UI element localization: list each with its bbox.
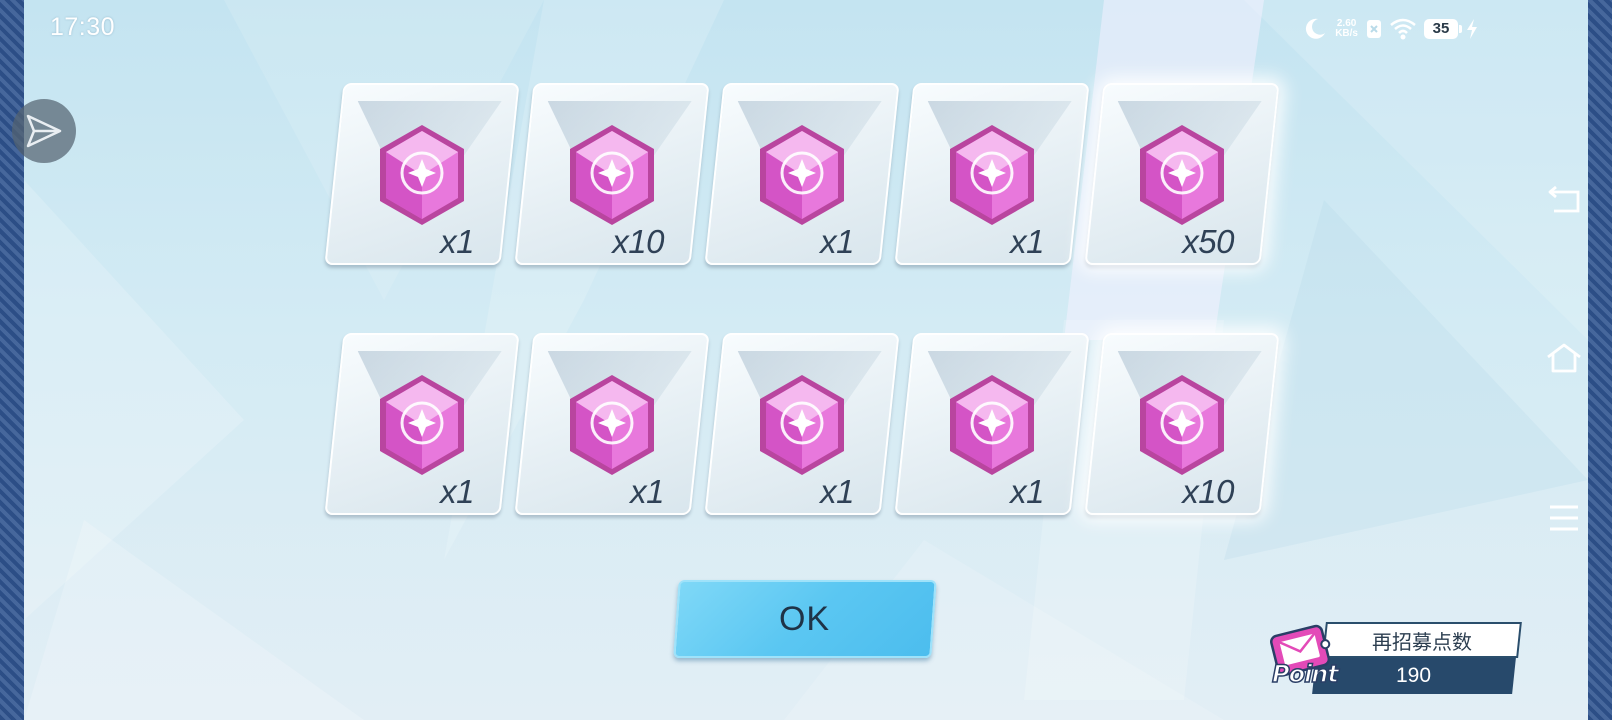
pink-crystal-gem-icon (1140, 375, 1224, 475)
reward-quantity: x1 (820, 223, 854, 260)
pink-crystal-gem-icon (1140, 125, 1224, 225)
reward-card[interactable]: x1 (704, 83, 900, 265)
reward-card[interactable]: x1 (704, 333, 900, 515)
reward-quantity: x50 (1182, 223, 1234, 260)
reward-quantity: x1 (1010, 223, 1044, 260)
pink-crystal-gem-icon (950, 125, 1034, 225)
pink-crystal-gem-icon (380, 375, 464, 475)
wifi-icon (1390, 18, 1416, 40)
reward-quantity: x10 (612, 223, 664, 260)
recruit-points-value: 190 (1396, 664, 1432, 687)
battery-icon: 35 (1424, 19, 1462, 39)
ok-button-label: OK (779, 599, 831, 638)
back-button[interactable] (1540, 174, 1588, 222)
reward-card[interactable]: x1 (514, 333, 710, 515)
pink-crystal-gem-icon (760, 375, 844, 475)
reward-card[interactable]: x50 (1084, 83, 1280, 265)
recruit-points-panel: 再招募点数 190 Point (1268, 620, 1522, 696)
pink-crystal-gem-icon (760, 125, 844, 225)
reward-card[interactable]: x1 (894, 333, 1090, 515)
reward-quantity: x1 (440, 223, 474, 260)
home-button[interactable] (1540, 334, 1588, 382)
status-icons: 2.60 KB/s 35 (1303, 14, 1478, 44)
pink-crystal-gem-icon (950, 375, 1034, 475)
moon-icon (1306, 18, 1326, 39)
reward-quantity: x1 (820, 473, 854, 510)
reward-card[interactable]: x1 (324, 83, 520, 265)
point-logo-text: Point (1271, 659, 1339, 689)
pink-crystal-gem-icon (570, 125, 654, 225)
reward-quantity: x1 (630, 473, 664, 510)
back-icon (1548, 185, 1580, 213)
pink-crystal-gem-icon (570, 375, 654, 475)
status-bar: 17:30 2.60 KB/s 35 (24, 0, 1588, 56)
net-speed: 2.60 KB/s (1335, 19, 1358, 39)
reward-card[interactable]: x1 (324, 333, 520, 515)
menu-button[interactable] (1540, 494, 1588, 542)
close-box-icon (1367, 20, 1381, 38)
recruit-points-value-box: 190 (1312, 658, 1516, 694)
ok-button[interactable]: OK (673, 580, 937, 658)
reward-card[interactable]: x10 (514, 83, 710, 265)
pink-crystal-gem-icon (380, 125, 464, 225)
charging-bolt-icon (1467, 19, 1477, 39)
recruit-points-title-box: 再招募点数 (1322, 622, 1522, 658)
floating-assist-button[interactable] (12, 99, 76, 163)
menu-icon (1550, 505, 1578, 531)
recruit-points-title: 再招募点数 (1372, 631, 1472, 654)
reward-quantity: x1 (440, 473, 474, 510)
device-bezel-right (1588, 0, 1612, 720)
home-icon (1547, 343, 1581, 373)
reward-quantity: x10 (1182, 473, 1234, 510)
reward-quantity: x1 (1010, 473, 1044, 510)
reward-card[interactable]: x10 (1084, 333, 1280, 515)
floating-send-icon (26, 114, 62, 148)
reward-card[interactable]: x1 (894, 83, 1090, 265)
net-speed-unit: KB/s (1335, 28, 1358, 39)
status-time: 17:30 (50, 13, 116, 41)
